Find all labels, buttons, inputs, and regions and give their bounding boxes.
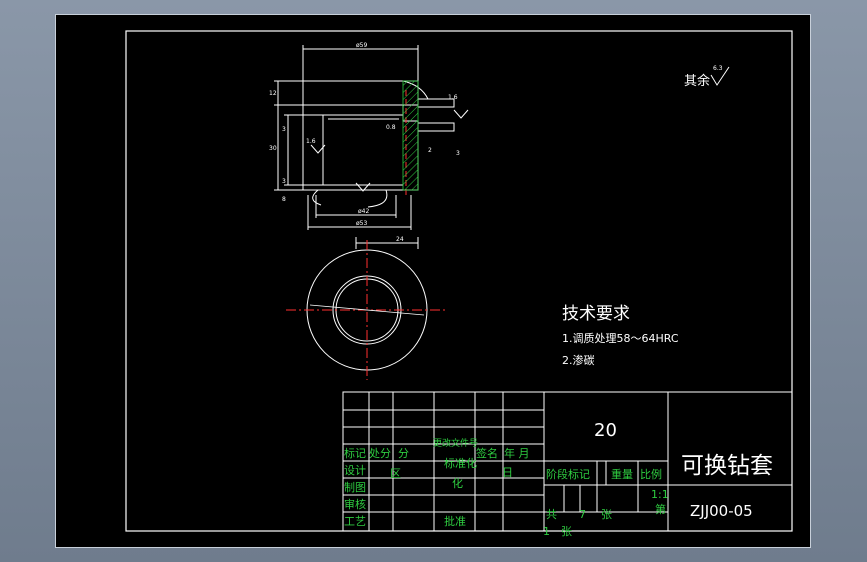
tb-approve: 批准 bbox=[444, 514, 466, 528]
roughness-value: 6.3 bbox=[713, 65, 723, 72]
material-label: 20 bbox=[594, 420, 617, 441]
tb-zone-value: 区 bbox=[390, 467, 401, 480]
dim-d-top: ø59 bbox=[356, 42, 367, 49]
dim-v-3: 3 bbox=[456, 150, 460, 157]
dim-v-08: 0.8 bbox=[386, 124, 396, 131]
tb-total-unit: 张 bbox=[601, 508, 612, 521]
tb-sheet-value: 1 bbox=[543, 525, 550, 538]
tb-stage-mark: 阶段标记 bbox=[546, 467, 590, 481]
tech-title: 技术要求 bbox=[562, 304, 630, 324]
tb-design: 设计 bbox=[344, 464, 366, 477]
dim-h-3b: 3 bbox=[282, 178, 286, 185]
top-view bbox=[286, 240, 448, 380]
tb-drafting: 制图 bbox=[344, 481, 366, 494]
engineering-drawing: ø59 ø42 ø53 12 3 30 3 8 1.6 0.8 2 3 1.6 … bbox=[125, 30, 793, 538]
tb-scale-header: 比例 bbox=[640, 467, 662, 481]
dim-h-12: 12 bbox=[269, 90, 277, 97]
tb-hua: 化 bbox=[452, 476, 463, 490]
dim-v-16: 1.6 bbox=[306, 138, 316, 145]
dim-h-30: 30 bbox=[269, 145, 277, 152]
tb-label-fen: 分 bbox=[398, 447, 409, 460]
tech-item-1: 1.调质处理58～64HRC bbox=[562, 332, 679, 345]
tb-review: 审核 bbox=[344, 497, 366, 511]
dim-v-2: 2 bbox=[428, 147, 432, 154]
tb-label-zone: 处分 bbox=[369, 447, 391, 460]
dim-w-24: 24 bbox=[396, 236, 404, 243]
tb-total-label: 共 bbox=[546, 508, 557, 521]
part-name: 可换钻套 bbox=[681, 453, 773, 479]
tech-item-2: 2.渗碳 bbox=[562, 353, 595, 367]
tb-label-sign: 签名 bbox=[476, 446, 498, 460]
tb-standardize: 标准化 bbox=[444, 456, 477, 470]
tb-process: 工艺 bbox=[344, 515, 366, 528]
dim-d-bottom-inner: ø42 bbox=[358, 208, 369, 215]
section-view bbox=[274, 45, 469, 249]
tb-label-mark: 标记 bbox=[344, 446, 366, 460]
tb-label-date: 年 月 bbox=[504, 446, 530, 460]
dim-d-bottom-outer: ø53 bbox=[356, 220, 367, 227]
dim-v-16b: 1.6 bbox=[448, 94, 458, 101]
dim-h-8: 8 bbox=[282, 196, 286, 203]
drawing-number: ZJJ00-05 bbox=[690, 502, 753, 520]
tb-sheet-label: 第 bbox=[655, 502, 666, 516]
dim-h-3: 3 bbox=[282, 126, 286, 133]
cad-viewport[interactable]: ø59 ø42 ø53 12 3 30 3 8 1.6 0.8 2 3 1.6 … bbox=[55, 14, 811, 548]
tb-weight: 重量 bbox=[611, 467, 633, 481]
tb-sheet-unit: 张 bbox=[561, 525, 572, 538]
tb-scale-value: 1:1 bbox=[651, 488, 669, 501]
tb-label-change-doc: 更改文件号 bbox=[433, 437, 478, 449]
tb-total-value: 7 bbox=[579, 508, 586, 521]
section-hatch bbox=[402, 80, 419, 191]
tb-day: 日 bbox=[502, 466, 513, 479]
roughness-note: 其余 bbox=[684, 73, 710, 89]
